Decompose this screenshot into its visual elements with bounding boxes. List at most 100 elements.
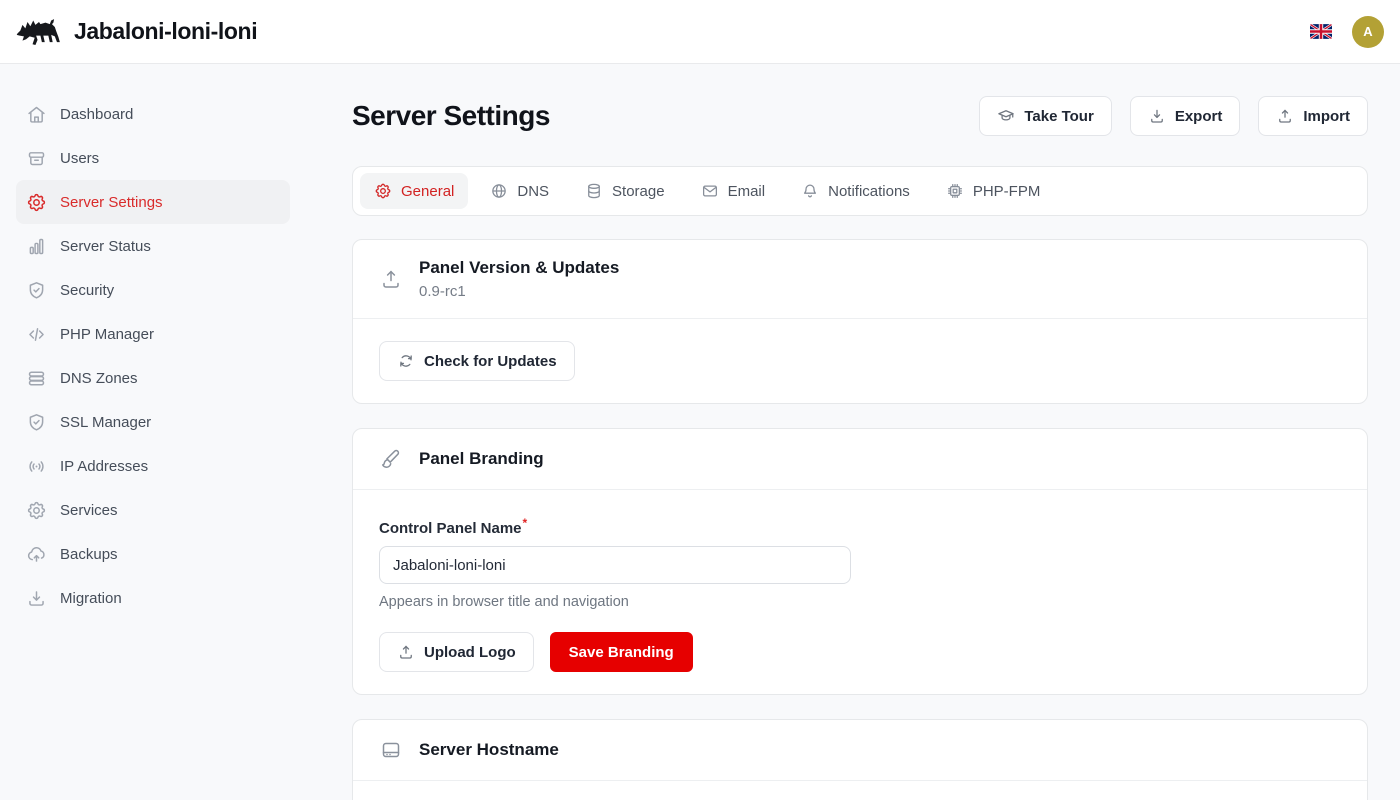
button-label: Take Tour <box>1024 108 1093 125</box>
tab-dns[interactable]: DNS <box>476 173 563 209</box>
sidebar-item-dashboard[interactable]: Dashboard <box>16 92 290 136</box>
server-hostname-body: Hostname* <box>353 781 1367 800</box>
tab-storage[interactable]: Storage <box>571 173 679 209</box>
button-label: Export <box>1175 108 1223 125</box>
control-panel-name-label: Control Panel Name* <box>379 516 1341 537</box>
avatar[interactable]: A <box>1352 16 1384 48</box>
sidebar-item-services[interactable]: Services <box>16 488 290 532</box>
shield-check-icon <box>26 280 47 301</box>
tab-general[interactable]: General <box>360 173 468 209</box>
sidebar: Dashboard Users Server Settings Server Stat… <box>0 64 320 800</box>
sidebar-item-label: IP Addresses <box>60 458 148 475</box>
upload-icon <box>1276 107 1294 125</box>
save-branding-label: Save Branding <box>569 644 674 661</box>
export-button[interactable]: Export <box>1130 96 1241 136</box>
gear-icon <box>26 500 47 521</box>
sidebar-item-ssl-manager[interactable]: SSL Manager <box>16 400 290 444</box>
panel-branding-header: Panel Branding <box>353 429 1367 490</box>
brand: Jabaloni-loni-loni <box>16 12 257 52</box>
tab-label: DNS <box>517 183 549 200</box>
control-panel-name-helper: Appears in browser title and navigation <box>379 594 1341 610</box>
check-updates-label: Check for Updates <box>424 353 557 370</box>
sidebar-item-label: Security <box>60 282 114 299</box>
uk-flag-icon[interactable] <box>1310 24 1332 39</box>
panel-branding-card: Panel Branding Control Panel Name* Appea… <box>352 428 1368 695</box>
tab-notifications[interactable]: Notifications <box>787 173 924 209</box>
sidebar-item-label: Server Settings <box>60 194 163 211</box>
sidebar-item-dns-zones[interactable]: DNS Zones <box>16 356 290 400</box>
server-stack-icon <box>26 368 47 389</box>
sidebar-item-label: Backups <box>60 546 118 563</box>
upload-logo-label: Upload Logo <box>424 644 516 661</box>
check-updates-button[interactable]: Check for Updates <box>379 341 575 381</box>
settings-tabs: General DNS Storage Email Notifications PHP-F… <box>352 166 1368 216</box>
sidebar-item-migration[interactable]: Migration <box>16 576 290 620</box>
upload-logo-button[interactable]: Upload Logo <box>379 632 534 672</box>
sidebar-item-label: Server Status <box>60 238 151 255</box>
sidebar-item-server-settings[interactable]: Server Settings <box>16 180 290 224</box>
panel-branding-title: Panel Branding <box>419 449 544 469</box>
page-header: Server Settings Take Tour Export Import <box>352 96 1368 136</box>
tab-php-fpm[interactable]: PHP-FPM <box>932 173 1055 209</box>
download-tray-icon <box>26 588 47 609</box>
sidebar-item-users[interactable]: Users <box>16 136 290 180</box>
tab-label: Notifications <box>828 183 910 200</box>
import-button[interactable]: Import <box>1258 96 1368 136</box>
sidebar-item-label: Dashboard <box>60 106 133 123</box>
envelope-icon <box>701 182 719 200</box>
sidebar-item-label: Services <box>60 502 118 519</box>
tab-label: Storage <box>612 183 665 200</box>
topbar-right: A <box>1310 16 1384 48</box>
sidebar-item-label: SSL Manager <box>60 414 151 431</box>
save-branding-button[interactable]: Save Branding <box>550 632 693 672</box>
app-shell: Dashboard Users Server Settings Server Stat… <box>0 0 1400 800</box>
take-tour-button[interactable]: Take Tour <box>979 96 1111 136</box>
shield-check-icon <box>26 412 47 433</box>
sidebar-item-server-status[interactable]: Server Status <box>16 224 290 268</box>
server-hostname-header: Server Hostname <box>353 720 1367 781</box>
topbar: Jabaloni-loni-loni A <box>0 0 1400 64</box>
page-title: Server Settings <box>352 100 550 132</box>
main-content: Server Settings Take Tour Export Import Ge… <box>320 64 1400 800</box>
branding-buttons: Upload Logo Save Branding <box>379 632 1341 672</box>
bar-chart-icon <box>26 236 47 257</box>
panel-version-body: Check for Updates <box>353 319 1367 403</box>
download-icon <box>1148 107 1166 125</box>
panel-version-number: 0.9-rc1 <box>419 283 619 300</box>
button-label: Import <box>1303 108 1350 125</box>
sidebar-item-security[interactable]: Security <box>16 268 290 312</box>
sidebar-item-ip-addresses[interactable]: IP Addresses <box>16 444 290 488</box>
paintbrush-icon <box>379 447 403 471</box>
panel-version-card: Panel Version & Updates 0.9-rc1 Check fo… <box>352 239 1368 404</box>
home-icon <box>26 104 47 125</box>
required-asterisk: * <box>523 516 528 530</box>
archive-box-icon <box>26 148 47 169</box>
bell-icon <box>801 182 819 200</box>
gear-icon <box>26 192 47 213</box>
server-hostname-card: Server Hostname Hostname* <box>352 719 1368 800</box>
cloud-upload-icon <box>26 544 47 565</box>
tab-label: Email <box>728 183 766 200</box>
tab-label: General <box>401 183 454 200</box>
gear-icon <box>374 182 392 200</box>
tab-email[interactable]: Email <box>687 173 780 209</box>
tab-label: PHP-FPM <box>973 183 1041 200</box>
sidebar-item-php-manager[interactable]: PHP Manager <box>16 312 290 356</box>
database-icon <box>585 182 603 200</box>
globe-icon <box>490 182 508 200</box>
graduation-cap-icon <box>997 107 1015 125</box>
panel-branding-body: Control Panel Name* Appears in browser t… <box>353 490 1367 694</box>
brand-title: Jabaloni-loni-loni <box>74 18 257 45</box>
cpu-icon <box>946 182 964 200</box>
sidebar-item-label: PHP Manager <box>60 326 154 343</box>
sidebar-item-backups[interactable]: Backups <box>16 532 290 576</box>
code-icon <box>26 324 47 345</box>
panel-version-title: Panel Version & Updates <box>419 258 619 278</box>
upload-icon <box>397 643 415 661</box>
refresh-icon <box>397 352 415 370</box>
signal-icon <box>26 456 47 477</box>
control-panel-name-input[interactable] <box>379 546 851 584</box>
upload-icon <box>379 267 403 291</box>
server-hostname-title: Server Hostname <box>419 740 559 760</box>
sidebar-item-label: Migration <box>60 590 122 607</box>
